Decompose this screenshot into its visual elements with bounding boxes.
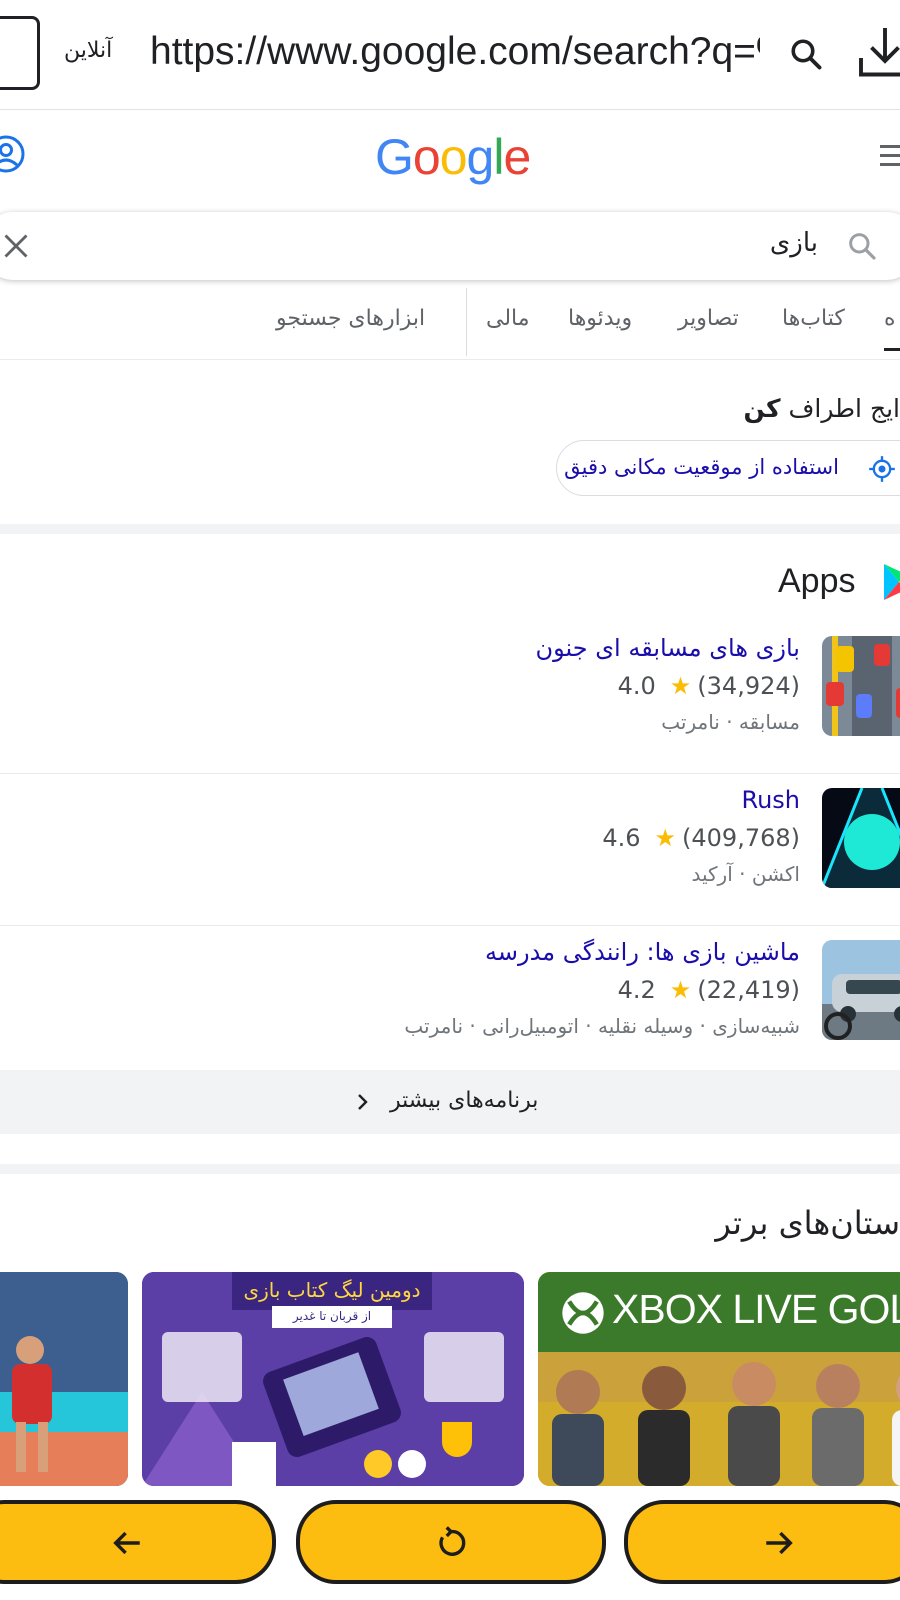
tab-books[interactable]: کتاب‌ها [782,306,845,331]
app-thumbnail-rush [822,788,900,888]
tab-all[interactable]: ه [884,306,896,331]
tab-videos[interactable]: ویدئوها [568,306,632,331]
tab-images[interactable]: تصاویر [678,306,739,331]
online-label[interactable]: آنلاین [64,38,112,63]
account-icon[interactable] [0,134,26,174]
location-heading-bold: کن [743,394,781,423]
menu-icon[interactable] [880,145,900,169]
app-name[interactable]: بازی های مسابقه ای جنون [536,634,800,662]
star-icon: ★ [654,824,677,852]
star-icon: ★ [669,672,692,700]
search-input[interactable]: بازی [770,228,818,258]
reload-icon [439,1526,466,1556]
app-result[interactable]: Rush 4.6 ★ (409,768) اکشن · آرکید [0,774,900,926]
back-button[interactable] [0,1500,276,1584]
story-card-book-league[interactable]: دومین لیگ کتاب بازی از قربان تا غدیر [142,1272,524,1486]
arrow-right-icon [766,1531,793,1555]
app-name[interactable]: ماشین بازی ها: رانندگی مدرسه [485,938,800,966]
xbox-live-gold-label: XBOX LIVE GOLD [612,1286,900,1332]
app-review-count: (34,924) [697,672,800,700]
forward-button[interactable] [624,1500,900,1584]
star-icon: ★ [669,976,692,1004]
google-logo-letter: e [503,129,531,185]
app-rating-value: 4.0 [617,672,656,700]
tab-search-tools[interactable]: ابزارهای جستجو [276,306,425,331]
location-target-icon [869,456,895,482]
top-stories-heading: ستان‌های برتر [715,1204,900,1242]
app-rating-value: 4.6 [602,824,641,852]
search-box[interactable]: بازی [0,212,900,280]
book-league-title: دومین لیگ کتاب بازی [232,1272,432,1310]
app-thumbnail-racing [822,636,900,736]
google-logo-letter: o [439,129,468,185]
search-icon[interactable] [846,230,878,262]
search-icon[interactable] [788,36,824,72]
browser-toolbar: آنلاین https://www.google.com/search?q=% [0,0,900,110]
tab-finance[interactable]: مالی [486,306,530,331]
tabs-button[interactable] [0,16,40,90]
precise-location-label: استفاده از موقعیت مکانی دقیق [564,455,839,479]
app-result[interactable]: بازی های مسابقه ای جنون 4.0 ★ (34,924) مسا… [0,622,900,774]
arrow-left-icon [113,1531,140,1555]
app-thumbnail-school-driving [822,940,900,1040]
app-review-count: (22,419) [697,976,800,1004]
section-divider [0,1164,900,1174]
chevron-right-icon [358,1094,368,1110]
search-tabs: ه کتاب‌ها تصاویر ویدئوها مالی ابزارهای ج… [0,288,900,360]
book-league-subtitle: از قربان تا غدیر [272,1306,392,1328]
download-icon[interactable] [855,22,900,82]
google-play-icon [884,564,900,600]
app-result[interactable]: ماشین بازی ها: رانندگی مدرسه 4.2 ★ (22,419… [0,926,900,1078]
tab-active-indicator [884,348,900,351]
xbox-logo-icon [562,1292,604,1334]
more-apps-label: برنامه‌های بیشتر [390,1088,539,1113]
app-rating: 4.2 ★ (22,419) [618,976,800,1004]
reload-button[interactable] [296,1500,606,1584]
close-icon[interactable] [2,232,30,260]
app-rating: 4.0 ★ (34,924) [618,672,800,700]
app-category: شبیه‌سازی · وسیله نقلیه · اتومبیل‌رانی ·… [404,1014,800,1038]
app-rating: 4.6 ★ (409,768) [602,824,800,852]
address-bar[interactable]: https://www.google.com/search?q=% [150,30,760,74]
google-logo-letter: l [493,129,504,185]
apps-section-title: Apps [778,562,856,600]
google-logo-letter: g [466,129,495,185]
section-divider [0,524,900,534]
story-card-volleyball[interactable] [0,1272,128,1486]
app-rating-value: 4.2 [617,976,656,1004]
google-logo[interactable]: Google [375,128,531,186]
google-logo-letter: G [375,129,414,185]
location-heading: ایج اطراف کن [744,394,900,423]
location-heading-text: ایج اطراف [788,394,900,423]
app-name[interactable]: Rush [741,786,800,814]
app-category: مسابقه · نامرتب [661,710,800,734]
precise-location-button[interactable]: استفاده از موقعیت مکانی دقیق [556,440,900,496]
story-card-xbox[interactable]: XBOX LIVE GOLD [538,1272,900,1486]
tabs-divider [466,288,467,356]
google-logo-letter: o [412,129,441,185]
more-apps-button[interactable]: برنامه‌های بیشتر [0,1070,900,1134]
app-review-count: (409,768) [682,824,800,852]
app-category: اکشن · آرکید [691,862,801,886]
